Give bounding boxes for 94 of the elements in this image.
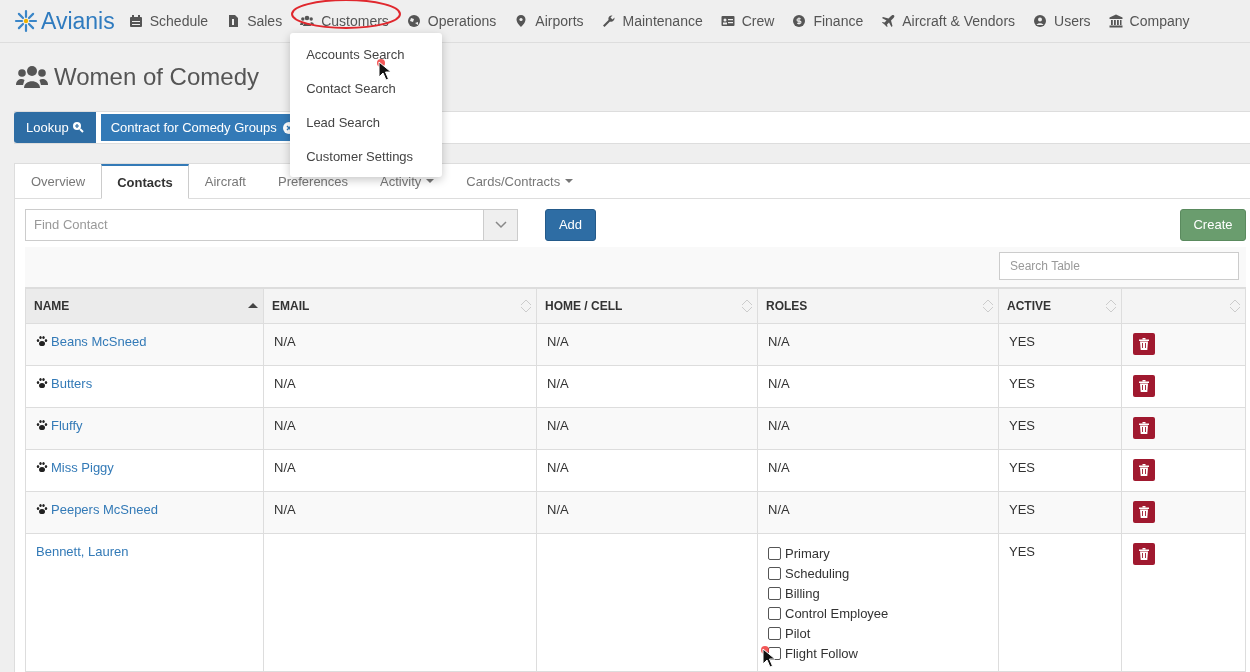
tab[interactable]: Contacts xyxy=(101,164,189,199)
nav-item[interactable]: Airports xyxy=(514,13,584,29)
coin-icon xyxy=(792,14,807,28)
menu-item[interactable]: Customer Settings xyxy=(306,148,414,164)
delete-button[interactable] xyxy=(1133,417,1155,439)
column-header[interactable]: HOME / CELL xyxy=(536,288,758,324)
table-cell: N/A xyxy=(768,376,790,391)
table-cell: N/A xyxy=(547,376,569,391)
trash-icon xyxy=(1139,506,1149,518)
table-cell: N/A xyxy=(547,334,569,349)
checkbox[interactable] xyxy=(768,627,781,640)
plane-icon xyxy=(881,14,896,28)
table-cell: N/A xyxy=(274,502,296,517)
menu-item[interactable]: Contact Search xyxy=(306,80,396,96)
tab[interactable]: Aircraft xyxy=(188,164,262,198)
checkbox-label[interactable]: Control Employee xyxy=(785,606,889,621)
table-cell: N/A xyxy=(547,418,569,433)
add-button[interactable]: Add xyxy=(545,208,596,241)
table-cell: N/A xyxy=(547,502,569,517)
user-icon xyxy=(1033,14,1048,28)
contact-link[interactable]: Beans McSneed xyxy=(51,334,147,349)
table-cell: YES xyxy=(1009,376,1035,391)
delete-button[interactable] xyxy=(1133,333,1155,355)
checkbox-label[interactable]: Scheduling xyxy=(785,566,850,581)
tab[interactable]: Activity xyxy=(364,164,451,198)
users-icon xyxy=(300,14,315,28)
column-header[interactable]: NAME xyxy=(25,288,264,324)
nav-item[interactable]: Operations xyxy=(406,13,497,29)
globe-icon xyxy=(406,14,421,28)
table-cell: N/A xyxy=(768,460,790,475)
nav-item[interactable]: Finance xyxy=(792,13,864,29)
logo-icon xyxy=(14,9,38,33)
bank-icon xyxy=(1108,14,1123,28)
page-title: Women of Comedy xyxy=(54,63,259,91)
contact-link[interactable]: Bennett, Lauren xyxy=(36,544,129,559)
checkbox-label[interactable]: Primary xyxy=(785,546,830,561)
nav-item[interactable]: Company xyxy=(1108,13,1190,29)
table-cell: YES xyxy=(1009,418,1035,433)
calendar-icon xyxy=(128,14,143,28)
delete-button[interactable] xyxy=(1133,501,1155,523)
trash-icon xyxy=(1139,464,1149,476)
checkbox-label[interactable]: Flight Follow xyxy=(785,646,858,661)
table-cell: YES xyxy=(1009,544,1035,559)
table-cell: YES xyxy=(1009,334,1035,349)
nav-item[interactable]: Maintenance xyxy=(601,13,703,29)
table-cell: N/A xyxy=(768,418,790,433)
table-cell: N/A xyxy=(274,334,296,349)
document-icon xyxy=(226,14,241,28)
table-cell: N/A xyxy=(768,334,790,349)
chevron-down-icon xyxy=(494,220,507,229)
table-cell: N/A xyxy=(768,502,790,517)
nav-item[interactable]: Schedule xyxy=(128,13,209,29)
checkbox[interactable] xyxy=(768,587,781,600)
wrench-icon xyxy=(601,14,616,28)
trash-icon xyxy=(1139,338,1149,350)
menu-item[interactable]: Accounts Search xyxy=(306,46,405,62)
table-cell: N/A xyxy=(547,460,569,475)
trash-icon xyxy=(1139,548,1149,560)
contact-link[interactable]: Butters xyxy=(51,376,93,391)
tab[interactable]: Cards/Contracts xyxy=(450,164,590,198)
delete-button[interactable] xyxy=(1133,375,1155,397)
column-header[interactable]: ROLES xyxy=(757,288,999,324)
tab[interactable]: Overview xyxy=(15,164,102,198)
search-field[interactable]: Search Table xyxy=(999,252,1239,280)
checkbox[interactable] xyxy=(768,547,781,560)
contact-link[interactable]: Miss Piggy xyxy=(51,460,114,475)
nav-item[interactable]: Users xyxy=(1033,13,1091,29)
find-contact-field[interactable]: Find Contact xyxy=(25,208,483,241)
checkbox-label[interactable]: Pilot xyxy=(785,626,811,641)
checkbox[interactable] xyxy=(768,607,781,620)
logo-text[interactable]: Avianis xyxy=(41,7,115,35)
delete-button[interactable] xyxy=(1133,459,1155,481)
nav-item[interactable]: Crew xyxy=(720,13,775,29)
checkbox-label[interactable]: Billing xyxy=(785,586,820,601)
table-cell: N/A xyxy=(274,376,296,391)
search-icon xyxy=(71,121,84,133)
nav-item[interactable]: Sales xyxy=(226,13,283,29)
menu-item[interactable]: Lead Search xyxy=(306,114,380,130)
contact-link[interactable]: Peepers McSneed xyxy=(51,502,158,517)
card-icon xyxy=(720,14,735,28)
trash-icon xyxy=(1139,422,1149,434)
contact-link[interactable]: Fluffy xyxy=(51,418,83,433)
trash-icon xyxy=(1139,380,1149,392)
lookup-button[interactable]: Lookup xyxy=(14,111,96,143)
table-cell: YES xyxy=(1009,460,1035,475)
delete-button[interactable] xyxy=(1133,543,1155,565)
checkbox[interactable] xyxy=(768,567,781,580)
table-cell: N/A xyxy=(274,460,296,475)
table-cell: N/A xyxy=(274,418,296,433)
column-header[interactable]: ACTIVE xyxy=(998,288,1122,324)
column-header[interactable]: EMAIL xyxy=(263,288,537,324)
nav-item[interactable]: Aircraft & Vendors xyxy=(881,13,1016,29)
table-cell: YES xyxy=(1009,502,1035,517)
users-icon xyxy=(16,65,48,89)
